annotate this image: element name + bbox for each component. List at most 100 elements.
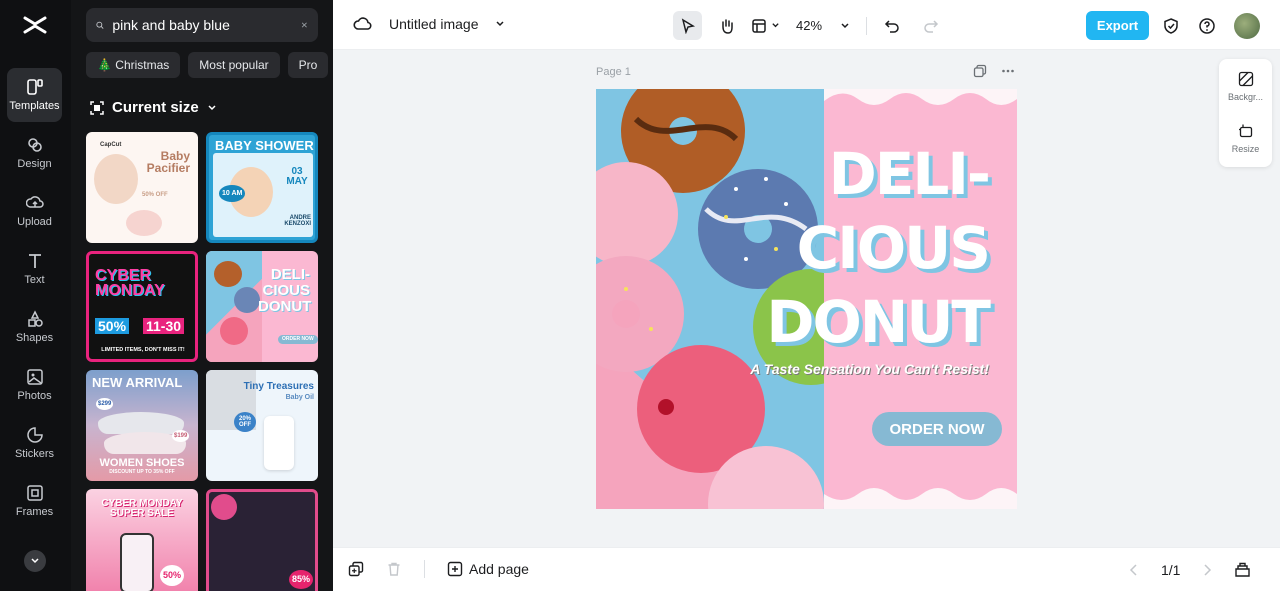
- shoe-image: [98, 412, 184, 434]
- tagline[interactable]: A Taste Sensation You Can't Resist!: [714, 361, 989, 377]
- page-manager-icon[interactable]: [1234, 561, 1251, 578]
- chip-christmas[interactable]: 🎄 Christmas: [86, 52, 181, 78]
- thumb-discount: 50%: [95, 318, 130, 334]
- headline-line-3[interactable]: DONUT: [756, 293, 991, 351]
- background-icon: [1238, 71, 1253, 87]
- help-icon[interactable]: [1198, 17, 1216, 35]
- current-size-label: Current size: [112, 99, 199, 116]
- text-icon: [28, 254, 41, 268]
- chevron-down-icon: [841, 22, 849, 28]
- thumb-dates: 11-30: [143, 318, 185, 334]
- duplicate-icon[interactable]: [348, 561, 364, 577]
- zoom-dropdown[interactable]: 42%: [790, 11, 856, 40]
- resize-icon: [1238, 124, 1252, 138]
- bottle-image: [264, 416, 294, 470]
- template-thumb-baby-pacifier[interactable]: CapCut Baby Pacifier 50% OFF: [86, 132, 198, 243]
- template-thumb-baby-shower[interactable]: BABY SHOWER 03 MAY 10 AM ANDRE KENZOXI: [206, 132, 318, 243]
- top-right-actions: [1162, 13, 1260, 39]
- shield-icon[interactable]: [1162, 17, 1180, 35]
- thumb-button: ORDER NOW: [278, 335, 318, 344]
- page-label: Page 1: [596, 66, 631, 78]
- chevron-down-icon: [208, 104, 216, 110]
- select-tool-button[interactable]: [673, 11, 702, 40]
- design-page[interactable]: DELI- CIOUS DONUT A Taste Sensation You …: [596, 89, 1017, 509]
- page-counter: 1/1: [1161, 561, 1181, 578]
- export-button[interactable]: Export: [1086, 11, 1149, 40]
- page-controls: Add page: [348, 560, 529, 578]
- thumb-price: $299: [96, 398, 114, 410]
- page-actions: [973, 64, 1015, 78]
- top-bar: Untitled image 42% Export: [333, 0, 1280, 50]
- headline-line-1[interactable]: DELI-: [824, 145, 991, 203]
- headline-line-2[interactable]: CIOUS: [786, 219, 991, 277]
- thumb-title: Baby Pacifier: [146, 149, 190, 175]
- rail-label: Photos: [17, 390, 52, 402]
- thumb-footer: LIMITED ITEMS, DON'T MISS IT!: [101, 347, 185, 353]
- frames-icon: [26, 485, 43, 501]
- undo-icon: [884, 19, 899, 33]
- template-thumb-dark-frame[interactable]: 85%: [206, 489, 318, 591]
- chevron-down-icon: [31, 558, 39, 564]
- capcut-logo-icon[interactable]: [22, 12, 48, 38]
- template-thumb-new-arrival[interactable]: NEW ARRIVAL $299 $199 WOMEN SHOES DISCOU…: [86, 370, 198, 481]
- templates-panel: 🎄 Christmas Most popular Pro Current siz…: [71, 0, 333, 591]
- thumb-badge: 20% OFF: [234, 412, 256, 432]
- search-icon: [96, 21, 104, 29]
- background-tool[interactable]: Backgr...: [1219, 71, 1272, 102]
- undo-button[interactable]: [877, 11, 906, 40]
- user-avatar[interactable]: [1234, 13, 1260, 39]
- rail-item-text[interactable]: Text: [7, 242, 62, 296]
- clear-search-icon[interactable]: [301, 19, 308, 31]
- chevron-down-icon: [772, 23, 779, 28]
- thumb-date: 03 MAY: [286, 166, 308, 187]
- thumb-sub: Baby Oil: [285, 394, 314, 401]
- template-thumb-tiny-treasures[interactable]: Tiny Treasures Baby Oil 20% OFF: [206, 370, 318, 481]
- rail-label: Frames: [15, 506, 54, 518]
- thumb-brand: CapCut: [100, 142, 122, 148]
- thumb-title: CYBER MONDAY: [95, 267, 165, 300]
- more-options-icon[interactable]: [1001, 64, 1015, 78]
- template-thumb-delicious-donut[interactable]: DELI-CIOUS DONUT ORDER NOW: [206, 251, 318, 362]
- template-grid: CapCut Baby Pacifier 50% OFF BABY SHOWER…: [86, 132, 319, 591]
- redo-icon: [923, 19, 938, 33]
- redo-button[interactable]: [916, 11, 945, 40]
- rail-expand-button[interactable]: [24, 550, 46, 572]
- resize-tool[interactable]: Resize: [1219, 123, 1272, 154]
- current-size-dropdown[interactable]: Current size: [90, 99, 217, 116]
- search-box[interactable]: [86, 8, 318, 42]
- resize-tool-label: Resize: [1231, 144, 1260, 154]
- template-thumb-cyber-monday[interactable]: CYBER MONDAY 50% 11-30 LIMITED ITEMS, DO…: [86, 251, 198, 362]
- rail-item-stickers[interactable]: Stickers: [7, 416, 62, 470]
- chip-pro[interactable]: Pro: [287, 52, 329, 78]
- rail-item-upload[interactable]: Upload: [7, 184, 62, 238]
- template-thumb-super-sale[interactable]: CYBER MONDAY SUPER SALE 50%: [86, 489, 198, 591]
- document-title[interactable]: Untitled image: [389, 16, 479, 32]
- rail-item-shapes[interactable]: Shapes: [7, 300, 62, 354]
- templates-icon: [26, 79, 43, 95]
- duplicate-page-icon[interactable]: [973, 64, 987, 78]
- thumb-title: CYBER MONDAY SUPER SALE: [101, 498, 183, 519]
- chevron-down-icon[interactable]: [495, 19, 505, 29]
- layout-menu-button[interactable]: [751, 11, 780, 40]
- rail-item-templates[interactable]: Templates: [7, 68, 62, 122]
- divider: [866, 16, 868, 35]
- search-input[interactable]: [112, 17, 294, 33]
- rail-item-frames[interactable]: Frames: [7, 474, 62, 528]
- thumb-footer: DISCOUNT UP TO 35% OFF: [109, 469, 175, 475]
- thumb-extra: 50% OFF: [142, 192, 168, 198]
- zoom-level: 42%: [796, 18, 823, 33]
- rail-item-photos[interactable]: Photos: [7, 358, 62, 412]
- hand-tool-button[interactable]: [712, 11, 741, 40]
- chevron-right-icon[interactable]: [1202, 563, 1212, 576]
- resize-frame-icon: [90, 100, 104, 115]
- baby-photo: [94, 154, 138, 204]
- trash-icon[interactable]: [386, 561, 402, 577]
- chevron-left-icon[interactable]: [1129, 563, 1139, 576]
- thumb-badge: 50%: [160, 565, 185, 586]
- add-page-button[interactable]: Add page: [447, 561, 529, 577]
- pacifier-image: [126, 210, 162, 236]
- chip-most-popular[interactable]: Most popular: [188, 52, 280, 78]
- cloud-save-icon[interactable]: [353, 14, 373, 34]
- order-now-button[interactable]: ORDER NOW: [872, 412, 1002, 446]
- rail-item-design[interactable]: Design: [7, 126, 62, 180]
